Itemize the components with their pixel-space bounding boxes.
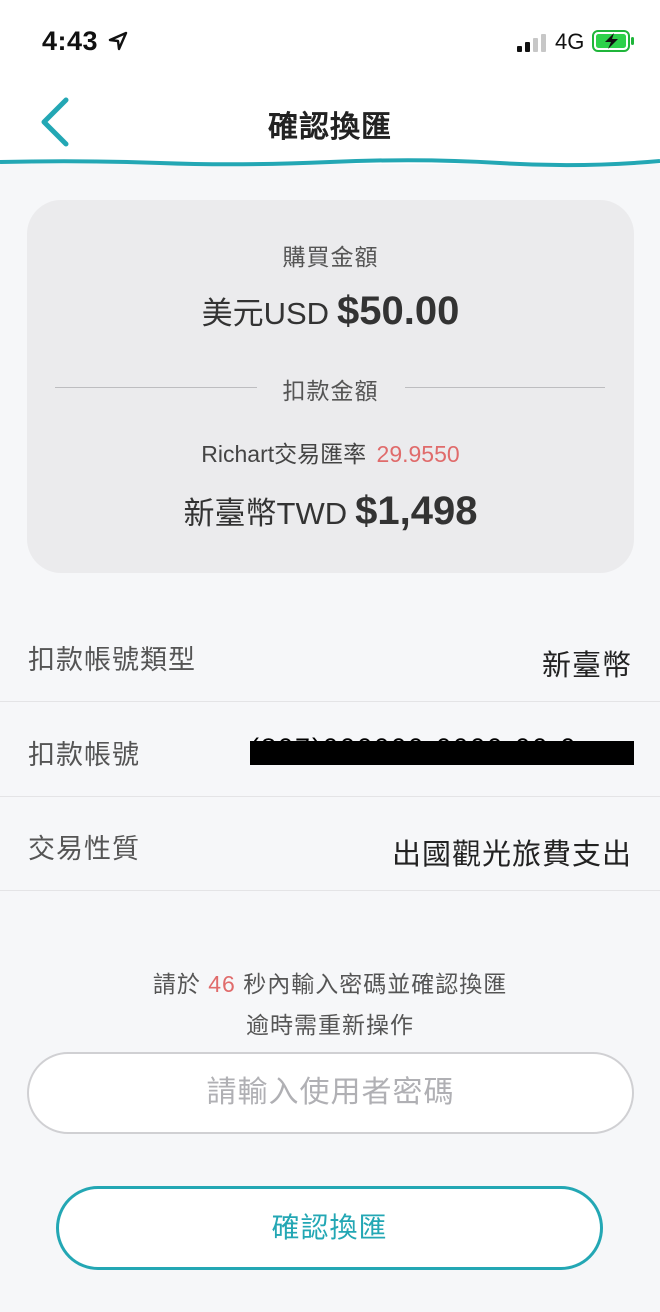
deduct-divider: 扣款金額 [27, 372, 634, 404]
network-type: 4G [555, 29, 585, 54]
account-type-label: 扣款帳號類型 [28, 645, 196, 675]
detail-row-transaction-type: 交易性質 出國觀光旅費支出 [0, 797, 660, 891]
purchase-amount-label: 購買金額 [282, 244, 379, 270]
exchange-rate-value: 29.9550 [376, 441, 460, 467]
deduct-amount-label: 扣款金額 [282, 378, 379, 404]
transaction-type-label: 交易性質 [28, 834, 140, 864]
exchange-confirm-screen: 4:43 4G 確認換匯 購買金額 美元USD $50.00 扣款金額 Rich… [0, 0, 660, 1312]
nav-divider-wave [0, 158, 660, 168]
purchase-amount: $50.00 [337, 289, 460, 333]
purchase-amount-row: 美元USD $50.00 [27, 288, 634, 334]
twd-currency: 新臺幣TWD [183, 496, 348, 531]
twd-amount-row: 新臺幣TWD $1,498 [27, 488, 634, 534]
page-title: 確認換匯 [268, 111, 392, 144]
account-type-value: 新臺幣 [541, 650, 632, 682]
battery-charging-icon [592, 30, 634, 52]
location-arrow-icon [108, 31, 128, 51]
signal-icon [517, 34, 546, 52]
prompt-suffix: 秒內輸入密碼並確認換匯 [243, 971, 508, 997]
exchange-rate-label: Richart交易匯率 [201, 441, 367, 467]
password-timer-prompt: 請於 46 秒內輸入密碼並確認換匯 [0, 965, 660, 999]
account-number-redaction [250, 741, 634, 765]
timeout-notice: 逾時需重新操作 [246, 1012, 414, 1038]
confirm-exchange-button[interactable]: 確認換匯 [56, 1186, 603, 1270]
password-input[interactable] [27, 1052, 634, 1134]
prompt-prefix: 請於 [152, 971, 201, 997]
detail-row-account-type: 扣款帳號類型 新臺幣 [0, 608, 660, 702]
purchase-currency: 美元USD [201, 296, 330, 331]
exchange-summary-card: 購買金額 美元USD $50.00 扣款金額 Richart交易匯率 29.955… [27, 200, 634, 573]
exchange-rate-row: Richart交易匯率 29.9550 [27, 435, 634, 469]
navigation-bar: 確認換匯 [0, 80, 660, 164]
countdown-seconds: 46 [208, 971, 236, 997]
detail-row-account-number: 扣款帳號 (807)000000-0000-00-0 [0, 703, 660, 797]
divider-line-right [405, 387, 605, 388]
status-time: 4:43 [42, 26, 99, 56]
twd-amount: $1,498 [355, 489, 478, 533]
account-number-label: 扣款帳號 [28, 740, 140, 770]
transaction-type-value: 出國觀光旅費支出 [391, 839, 632, 871]
status-bar: 4:43 4G [0, 0, 660, 80]
